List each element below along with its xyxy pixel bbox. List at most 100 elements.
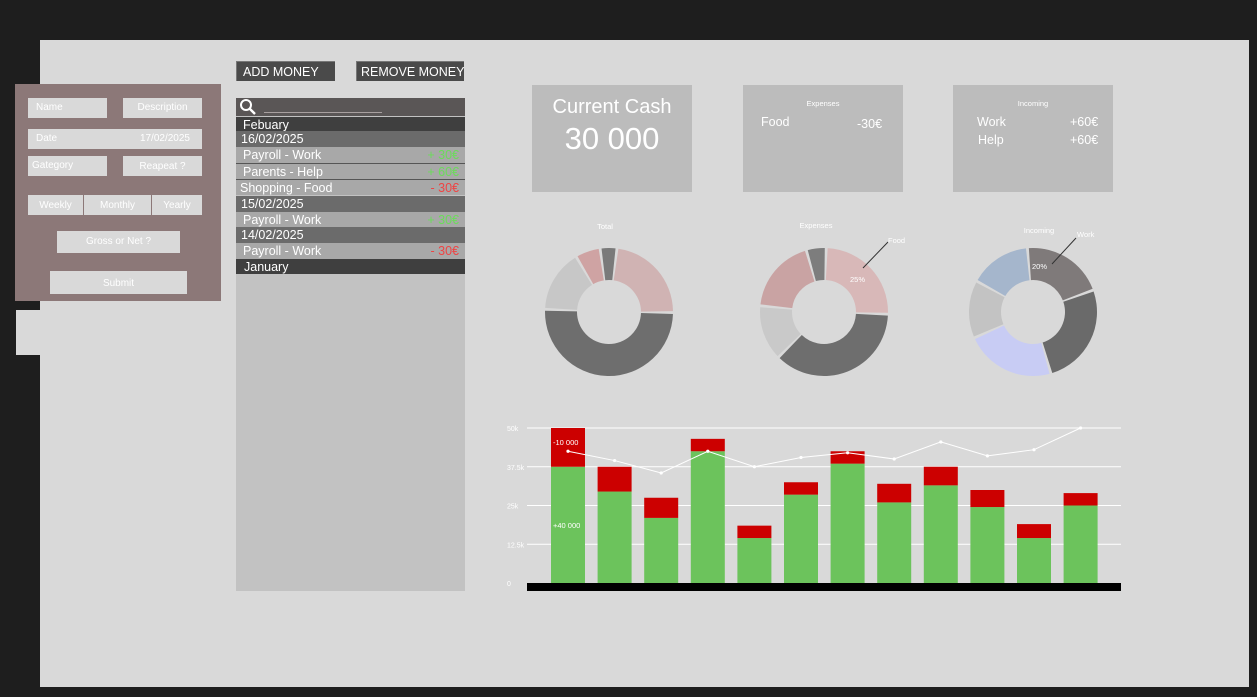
search-icon[interactable] (238, 98, 258, 116)
donut-slice[interactable] (779, 313, 888, 376)
transaction-row[interactable]: Payroll - Work + 30€ (236, 147, 465, 163)
income-bar[interactable] (784, 494, 818, 583)
date-header: 14/02/2025 (236, 227, 465, 243)
incoming-card: Incoming Work +60€ Help +60€ (953, 85, 1113, 192)
income-bar[interactable] (1063, 505, 1098, 584)
repeat-select[interactable]: Reapeat ? (123, 156, 202, 176)
month-header-january[interactable]: January (236, 259, 465, 274)
expense-label: Food (761, 115, 790, 129)
current-cash-card: Current Cash 30 000 (532, 85, 692, 192)
expense-bar[interactable] (690, 438, 725, 452)
callout-line (862, 241, 889, 269)
submit-button[interactable]: Submit (50, 271, 187, 294)
income-bar[interactable] (1017, 538, 1051, 583)
trend-point[interactable] (566, 449, 570, 453)
bar-annotation-positive: +40 000 (553, 521, 580, 530)
income-bar[interactable] (877, 502, 912, 583)
expense-bar[interactable] (644, 497, 679, 518)
transaction-row[interactable]: Payroll - Work - 30€ (236, 243, 465, 259)
expense-bar[interactable] (970, 490, 1005, 508)
date-header: 15/02/2025 (236, 196, 465, 212)
incoming-value: +60€ (1070, 133, 1099, 147)
income-bar[interactable] (690, 451, 725, 583)
left-edge-tab[interactable] (16, 310, 40, 355)
expense-bar[interactable] (923, 466, 958, 486)
gross-or-net-select[interactable]: Gross or Net ? (57, 231, 180, 253)
expenses-percent-label: 25% (850, 275, 866, 284)
expense-bar[interactable] (1063, 493, 1098, 506)
name-input[interactable]: Name (28, 98, 107, 118)
weekly-option[interactable]: Weekly (28, 195, 83, 215)
transaction-label: Shopping - Food (240, 181, 333, 195)
trend-point[interactable] (706, 449, 710, 453)
total-donut-chart (545, 248, 673, 377)
expense-bar[interactable] (551, 428, 585, 467)
current-cash-title: Current Cash (552, 96, 672, 118)
income-bar[interactable] (830, 463, 865, 583)
transaction-form: Name Description Date 17/02/2025 Gategor… (15, 84, 221, 301)
expenses-chart-title: Expenses (799, 221, 833, 230)
left-edge-stub (16, 300, 40, 310)
transaction-label: Parents - Help (243, 165, 323, 179)
income-bar[interactable] (737, 538, 772, 583)
transaction-amount: - 30€ (430, 244, 460, 258)
date-label: Date (36, 133, 58, 144)
date-field[interactable]: Date 17/02/2025 (28, 129, 202, 149)
donut-slice[interactable] (1042, 291, 1097, 374)
trend-point[interactable] (939, 440, 943, 444)
transaction-row[interactable]: Payroll - Work + 30€ (236, 212, 465, 228)
income-bar[interactable] (923, 485, 958, 583)
incoming-percent-label: 20% (1032, 262, 1048, 271)
trend-point[interactable] (752, 465, 756, 469)
transaction-row[interactable]: Parents - Help + 60€ (236, 163, 465, 179)
y-tick-label: 12.5k (507, 542, 525, 549)
donut-slice[interactable] (760, 250, 815, 309)
trend-point[interactable] (1032, 448, 1036, 452)
expense-bar[interactable] (597, 466, 632, 492)
transaction-label: Payroll - Work (243, 213, 322, 227)
x-axis-baseline (527, 583, 1121, 591)
trend-point[interactable] (985, 454, 989, 458)
transactions-panel: Febuary 16/02/2025 Payroll - Work + 30€ … (236, 98, 465, 591)
transaction-label: Payroll - Work (243, 244, 322, 258)
income-bar[interactable] (597, 491, 632, 583)
expense-bar[interactable] (737, 525, 772, 539)
trend-point[interactable] (799, 455, 803, 460)
trend-point[interactable] (1079, 426, 1083, 430)
current-cash-value: 30 000 (564, 121, 660, 156)
income-bar[interactable] (644, 517, 679, 583)
trend-point[interactable] (846, 451, 850, 455)
donut-slice[interactable] (613, 248, 673, 312)
monthly-option[interactable]: Monthly (84, 195, 151, 215)
transaction-amount: + 30€ (427, 213, 459, 227)
incoming-value: +60€ (1070, 115, 1099, 129)
transaction-amount: - 30€ (430, 181, 460, 195)
y-tick-label: 37.5k (507, 465, 525, 472)
transaction-row[interactable]: Shopping - Food - 30€ (236, 179, 465, 195)
search-input[interactable] (264, 112, 382, 113)
expenses-card-title: Expenses (806, 99, 840, 108)
donut-slice[interactable] (601, 248, 616, 281)
donut-slice[interactable] (975, 325, 1050, 376)
income-bar[interactable] (970, 507, 1005, 583)
remove-money-button[interactable]: REMOVE MONEY (356, 61, 465, 81)
trend-point[interactable] (892, 457, 896, 461)
expense-bar[interactable] (784, 482, 818, 495)
add-money-button[interactable]: ADD MONEY (236, 61, 335, 81)
expense-bar[interactable] (1017, 524, 1051, 539)
description-input[interactable]: Description (123, 98, 202, 118)
donut-slice[interactable] (545, 310, 673, 377)
expense-bar[interactable] (877, 483, 912, 503)
category-select[interactable]: Gategory (28, 156, 107, 176)
trend-point[interactable] (659, 471, 663, 475)
date-header: 16/02/2025 (236, 131, 465, 147)
date-value: 17/02/2025 (139, 133, 190, 144)
incoming-card-title: Incoming (1017, 99, 1049, 108)
expenses-callout-label: Food (888, 236, 906, 245)
trend-point[interactable] (613, 458, 617, 463)
expense-value: -30€ (857, 117, 883, 131)
bar-annotation-negative: -10 000 (553, 438, 578, 447)
yearly-option[interactable]: Yearly (152, 195, 202, 215)
search-bar[interactable] (236, 98, 465, 116)
expenses-card: Expenses Food -30€ (743, 85, 903, 192)
